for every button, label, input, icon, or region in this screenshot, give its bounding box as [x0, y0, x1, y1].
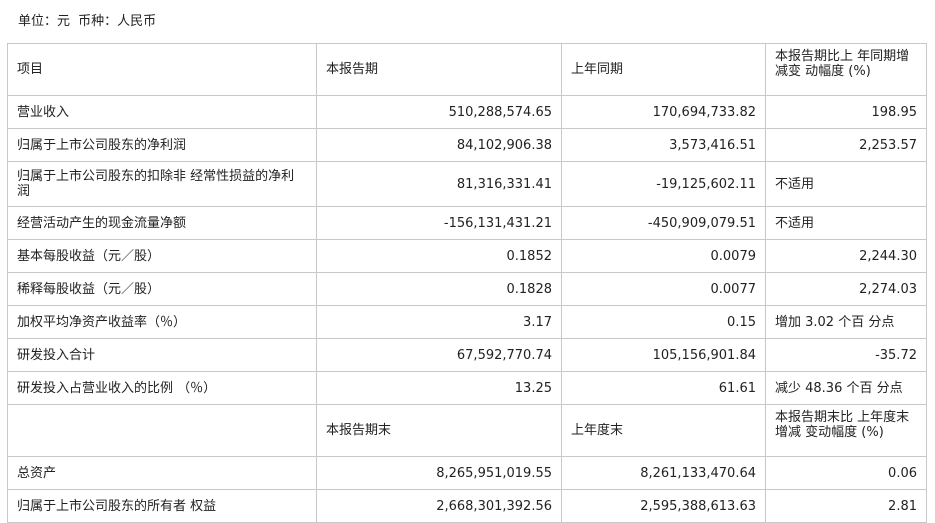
table-row: 归属于上市公司股东的净利润 84,102,906.38 3,573,416.51… [7, 128, 927, 162]
table-header-row: 项目 本报告期 上年同期 本报告期比上 年同期增减变 动幅度 (%) [7, 43, 927, 96]
table-row: 总资产 8,265,951,019.55 8,261,133,470.64 0.… [7, 456, 927, 490]
row-change: 2,274.03 [765, 272, 927, 306]
table-row: 研发投入占营业收入的比例 （％） 13.25 61.61 减少 48.36 个百… [7, 371, 927, 405]
row-item: 营业收入 [7, 95, 317, 129]
table-row: 加权平均净资产收益率（％） 3.17 0.15 增加 3.02 个百 分点 [7, 305, 927, 339]
row-change: 2,253.57 [765, 128, 927, 162]
row-item: 基本每股收益（元／股） [7, 239, 317, 273]
table-row: 研发投入合计 67,592,770.74 105,156,901.84 -35.… [7, 338, 927, 372]
row-change: -35.72 [765, 338, 927, 372]
row-current: 0.1852 [316, 239, 562, 273]
row-current: 510,288,574.65 [316, 95, 562, 129]
currency-label: 币种：人民币 [78, 14, 157, 29]
row-item: 经营活动产生的现金流量净额 [7, 206, 317, 240]
subheader-period-end: 本报告期末 [316, 404, 562, 457]
row-change: 不适用 [765, 206, 927, 240]
row-prior: 105,156,901.84 [561, 338, 766, 372]
row-item: 研发投入占营业收入的比例 （％） [7, 371, 317, 405]
row-current: -156,131,431.21 [316, 206, 562, 240]
row-prior: 3,573,416.51 [561, 128, 766, 162]
table-row: 稀释每股收益（元／股） 0.1828 0.0077 2,274.03 [7, 272, 927, 306]
row-current: 8,265,951,019.55 [316, 456, 562, 490]
row-item: 研发投入合计 [7, 338, 317, 372]
table-row: 营业收入 510,288,574.65 170,694,733.82 198.9… [7, 95, 927, 129]
row-item: 归属于上市公司股东的净利润 [7, 128, 317, 162]
header-prior-period: 上年同期 [561, 43, 766, 96]
row-prior: 61.61 [561, 371, 766, 405]
subheader-item [7, 404, 317, 457]
table-row: 归属于上市公司股东的扣除非 经常性损益的净利润 81,316,331.41 -1… [7, 161, 927, 207]
row-prior: 0.15 [561, 305, 766, 339]
row-item: 稀释每股收益（元／股） [7, 272, 317, 306]
row-current: 0.1828 [316, 272, 562, 306]
row-item: 归属于上市公司股东的扣除非 经常性损益的净利润 [7, 161, 317, 207]
unit-label: 单位：元 [18, 14, 71, 29]
row-prior: 0.0077 [561, 272, 766, 306]
row-current: 84,102,906.38 [316, 128, 562, 162]
subheader-change-percent: 本报告期末比 上年度末增减 变动幅度 (%) [765, 404, 927, 457]
row-change: 198.95 [765, 95, 927, 129]
unit-currency-line: 单位：元 币种：人民币 [18, 10, 156, 29]
row-current: 3.17 [316, 305, 562, 339]
row-change: 0.06 [765, 456, 927, 490]
header-current-period: 本报告期 [316, 43, 562, 96]
row-current: 81,316,331.41 [316, 161, 562, 207]
table-row: 基本每股收益（元／股） 0.1852 0.0079 2,244.30 [7, 239, 927, 273]
row-item: 加权平均净资产收益率（％） [7, 305, 317, 339]
table-subheader-row: 本报告期末 上年度末 本报告期末比 上年度末增减 变动幅度 (%) [7, 404, 927, 457]
row-current: 13.25 [316, 371, 562, 405]
row-prior: 170,694,733.82 [561, 95, 766, 129]
row-current: 67,592,770.74 [316, 338, 562, 372]
header-item: 项目 [7, 43, 317, 96]
row-prior: 0.0079 [561, 239, 766, 273]
subheader-prior-year-end: 上年度末 [561, 404, 766, 457]
row-prior: 8,261,133,470.64 [561, 456, 766, 490]
row-prior: -19,125,602.11 [561, 161, 766, 207]
table-row: 经营活动产生的现金流量净额 -156,131,431.21 -450,909,0… [7, 206, 927, 240]
financial-summary-table: 项目 本报告期 上年同期 本报告期比上 年同期增减变 动幅度 (%) 营业收入 … [7, 43, 927, 523]
row-change: 增加 3.02 个百 分点 [765, 305, 927, 339]
row-change: 减少 48.36 个百 分点 [765, 371, 927, 405]
row-prior: -450,909,079.51 [561, 206, 766, 240]
header-change-percent: 本报告期比上 年同期增减变 动幅度 (%) [765, 43, 927, 96]
row-change: 2,244.30 [765, 239, 927, 273]
row-change: 不适用 [765, 161, 927, 207]
row-item: 总资产 [7, 456, 317, 490]
